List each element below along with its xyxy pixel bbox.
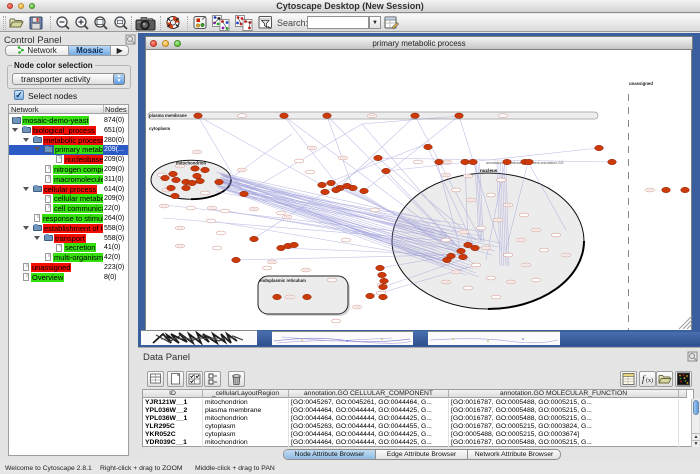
svg-text:cytoplasm: cytoplasm xyxy=(149,126,170,131)
svg-text:mitochondrion: mitochondrion xyxy=(176,161,206,166)
svg-text:unassigned: unassigned xyxy=(629,81,653,86)
svg-text:(x): (x) xyxy=(646,377,653,384)
svg-text:endoplasmic reticulum: endoplasmic reticulum xyxy=(259,278,306,283)
svg-text:plasma membrane: plasma membrane xyxy=(149,113,187,118)
svg-text:nucleus: nucleus xyxy=(480,168,498,173)
